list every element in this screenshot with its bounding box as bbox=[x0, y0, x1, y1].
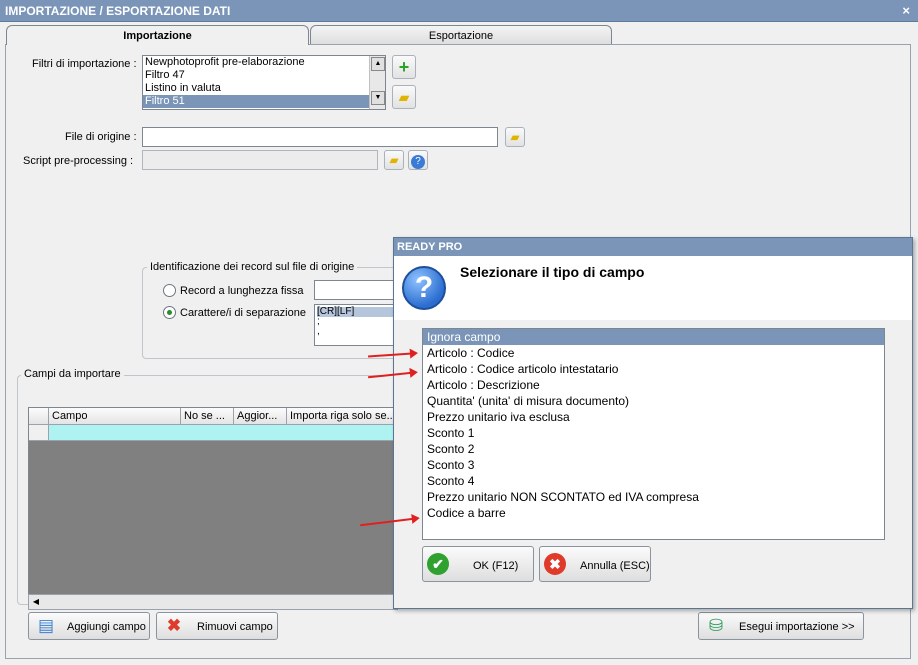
radio-fixed-length-label: Record a lunghezza fissa bbox=[180, 285, 304, 297]
cancel-label: Annulla (ESC) bbox=[580, 560, 650, 572]
separator-item[interactable]: ; bbox=[317, 317, 393, 327]
run-import-button[interactable]: ⛁ Esegui importazione >> bbox=[698, 612, 864, 640]
ok-label: OK (F12) bbox=[473, 560, 519, 572]
folder-icon: ▰ bbox=[510, 130, 520, 144]
field-type-item[interactable]: Articolo : Codice articolo intestatario bbox=[423, 361, 884, 377]
close-icon: ✖ bbox=[544, 553, 566, 575]
table-row[interactable] bbox=[49, 425, 399, 441]
filter-item[interactable]: Filtro 47 bbox=[143, 69, 385, 82]
window-titlebar: IMPORTAZIONE / ESPORTAZIONE DATI × bbox=[0, 0, 918, 22]
add-field-label: Aggiungi campo bbox=[67, 621, 146, 633]
browse-script-button[interactable]: ▰ bbox=[384, 150, 404, 170]
field-type-item[interactable]: Codice a barre bbox=[423, 505, 884, 521]
field-type-dialog: READY PRO ? Selezionare il tipo di campo… bbox=[393, 237, 913, 609]
tab-esportazione[interactable]: Esportazione bbox=[310, 25, 612, 46]
remove-field-button[interactable]: ✖ Rimuovi campo bbox=[156, 612, 278, 640]
fields-group-title: Campi da importare bbox=[21, 368, 124, 380]
field-type-item[interactable]: Sconto 1 bbox=[423, 425, 884, 441]
field-type-item[interactable]: Sconto 4 bbox=[423, 473, 884, 489]
grid-row-header[interactable] bbox=[29, 425, 49, 441]
field-type-item[interactable]: Articolo : Descrizione bbox=[423, 377, 884, 393]
grid-corner bbox=[29, 408, 49, 425]
field-type-item[interactable]: Articolo : Codice bbox=[423, 345, 884, 361]
script-help-button[interactable]: ? bbox=[408, 150, 428, 170]
tab-importazione[interactable]: Importazione bbox=[6, 25, 309, 45]
separator-item[interactable]: [CR][LF] bbox=[317, 307, 393, 317]
scroll-down-icon[interactable]: ▼ bbox=[371, 91, 385, 105]
checkmark-icon: ✔ bbox=[427, 553, 449, 575]
record-length-input[interactable] bbox=[314, 280, 396, 300]
grid-hscrollbar[interactable]: ◀ bbox=[28, 594, 398, 610]
field-type-item[interactable]: Sconto 3 bbox=[423, 457, 884, 473]
help-icon: ? bbox=[411, 155, 425, 169]
script-input[interactable] bbox=[142, 150, 378, 170]
folder-icon: ▰ bbox=[398, 89, 410, 105]
radio-separator[interactable] bbox=[163, 306, 176, 319]
field-type-item[interactable]: Prezzo unitario iva esclusa bbox=[423, 409, 884, 425]
add-field-icon: ▤ bbox=[37, 616, 55, 635]
dialog-title: READY PRO bbox=[394, 238, 912, 256]
open-filter-button[interactable]: ▰ bbox=[392, 85, 416, 109]
close-icon[interactable]: × bbox=[902, 3, 910, 18]
field-type-item[interactable]: Prezzo unitario NON SCONTATO ed IVA comp… bbox=[423, 489, 884, 505]
filters-list[interactable]: Newphotoprofit pre-elaborazione Filtro 4… bbox=[142, 55, 386, 110]
filters-label: Filtri di importazione : bbox=[32, 58, 137, 70]
question-icon: ? bbox=[402, 266, 446, 310]
plus-icon: + bbox=[398, 57, 410, 77]
run-import-label: Esegui importazione >> bbox=[739, 621, 855, 633]
filter-item[interactable]: Newphotoprofit pre-elaborazione bbox=[143, 56, 385, 69]
origin-file-input[interactable] bbox=[142, 127, 498, 147]
remove-icon: ✖ bbox=[166, 616, 182, 635]
radio-fixed-length[interactable] bbox=[163, 284, 176, 297]
database-import-icon: ⛁ bbox=[708, 616, 724, 635]
cancel-button[interactable]: ✖ Annulla (ESC) bbox=[539, 546, 651, 582]
browse-origin-button[interactable]: ▰ bbox=[505, 127, 525, 147]
field-type-list[interactable]: Ignora campo Articolo : Codice Articolo … bbox=[422, 328, 885, 540]
filter-item-selected[interactable]: Filtro 51 bbox=[143, 95, 385, 108]
filter-item[interactable]: Listino in valuta bbox=[143, 82, 385, 95]
grid-header-campo[interactable]: Campo bbox=[49, 408, 181, 425]
remove-field-label: Rimuovi campo bbox=[197, 621, 273, 633]
field-type-item-selected[interactable]: Ignora campo bbox=[423, 329, 884, 345]
origin-file-label: File di origine : bbox=[65, 131, 137, 143]
ok-button[interactable]: ✔ OK (F12) bbox=[422, 546, 534, 582]
scroll-left-icon[interactable]: ◀ bbox=[30, 596, 42, 608]
record-group-title: Identificazione dei record sul file di o… bbox=[147, 261, 358, 273]
add-filter-button[interactable]: + bbox=[392, 55, 416, 79]
dialog-header: ? Selezionare il tipo di campo bbox=[394, 256, 912, 320]
add-field-button[interactable]: ▤ Aggiungi campo bbox=[28, 612, 150, 640]
window-title: IMPORTAZIONE / ESPORTAZIONE DATI bbox=[5, 4, 231, 18]
script-label: Script pre-processing : bbox=[23, 155, 134, 167]
grid-header-importa-riga[interactable]: Importa riga solo se... bbox=[287, 408, 399, 425]
filters-scrollbar[interactable]: ▲ ▼ bbox=[369, 56, 385, 109]
grid-header-aggior[interactable]: Aggior... bbox=[234, 408, 287, 425]
field-type-item[interactable]: Sconto 2 bbox=[423, 441, 884, 457]
fields-grid[interactable]: Campo No se ... Aggior... Importa riga s… bbox=[28, 407, 399, 610]
folder-icon: ▰ bbox=[389, 153, 399, 167]
scroll-up-icon[interactable]: ▲ bbox=[371, 57, 385, 71]
radio-separator-label: Carattere/i di separazione bbox=[180, 307, 306, 319]
separator-item[interactable]: , bbox=[317, 327, 393, 337]
separator-list[interactable]: [CR][LF] ; , bbox=[314, 304, 396, 346]
dialog-message: Selezionare il tipo di campo bbox=[460, 264, 645, 280]
field-type-item[interactable]: Quantita' (unita' di misura documento) bbox=[423, 393, 884, 409]
grid-header-no-se[interactable]: No se ... bbox=[181, 408, 234, 425]
